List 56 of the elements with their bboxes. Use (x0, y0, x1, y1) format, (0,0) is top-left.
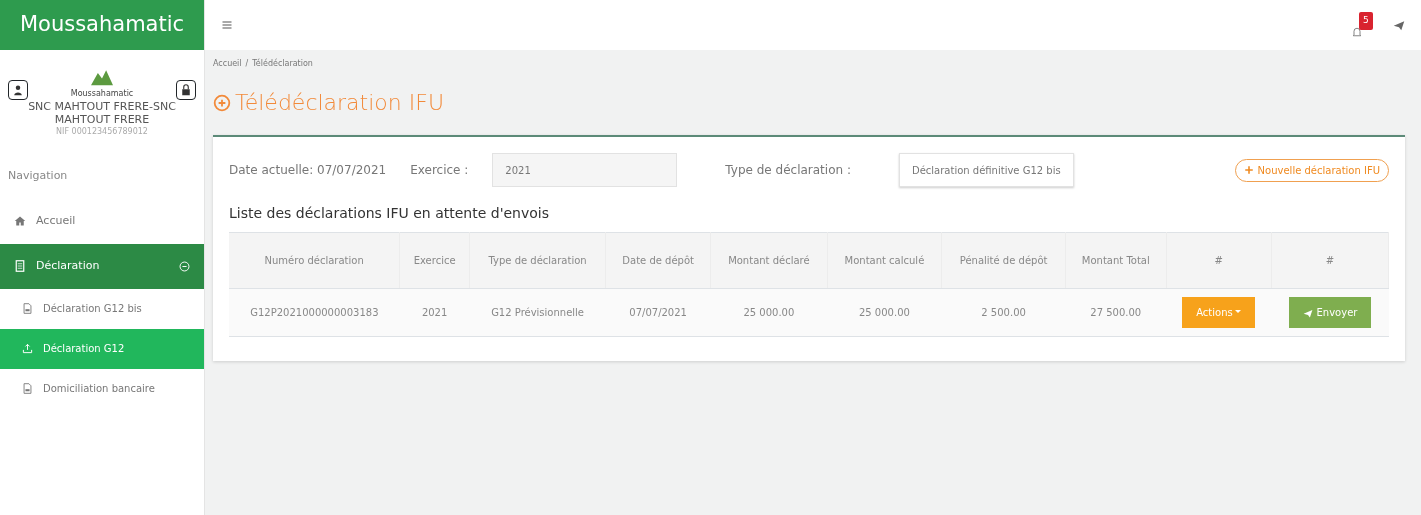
upload-icon (22, 343, 33, 355)
user-icon (12, 84, 24, 96)
send-icon (1393, 19, 1405, 31)
circle-plus-icon (213, 93, 231, 112)
nif-text: NIF 000123456789012 (56, 126, 148, 139)
exercice-label: Exercice : (410, 162, 469, 179)
table-cell: G12 Prévisionnelle (469, 288, 606, 337)
user-button[interactable] (8, 80, 28, 100)
logo-text: Moussahamatic (70, 88, 134, 100)
table-cell: 27 500.00 (1065, 288, 1167, 337)
sidebar-item[interactable]: Déclaration (0, 243, 204, 289)
column-header: Type de déclaration (469, 232, 606, 289)
breadcrumb-current: Télédéclaration (252, 58, 313, 70)
send-button[interactable]: Envoyer (1288, 297, 1372, 328)
list-title: Liste des déclarations IFU en attente d'envois (229, 204, 550, 223)
date-label: Date actuelle: 07/07/2021 (229, 162, 387, 179)
type-label: Type de déclaration : (725, 162, 851, 179)
new-declaration-button[interactable]: Nouvelle déclaration IFU (1234, 158, 1389, 182)
column-header: Montant déclaré (710, 232, 828, 289)
column-header: Numéro déclaration (229, 232, 400, 289)
breadcrumb-separator: / (245, 58, 249, 70)
exercice-field[interactable]: 2021 (492, 153, 678, 187)
column-header: Date de dépôt (605, 232, 711, 289)
column-header: Montant calculé (827, 232, 942, 289)
column-header: Pénalité de dépôt (941, 232, 1066, 289)
column-header: Montant Total (1065, 232, 1167, 289)
table-cell: 2021 (399, 288, 470, 337)
table-cell: 2 500.00 (941, 288, 1066, 337)
lock-icon (180, 84, 192, 96)
file-icon (22, 383, 33, 395)
type-field[interactable]: Déclaration définitive G12 bis (898, 153, 1074, 187)
column-header: # (1271, 232, 1389, 289)
table-cell: G12P2021000000003183 (229, 288, 400, 337)
company-name: SNC MAHTOUT FRERE-SNC MAHTOUT FRERE (27, 100, 177, 127)
table-cell: 25 000.00 (710, 288, 828, 337)
nav-heading: Navigation (7, 168, 69, 185)
file-icon (22, 303, 33, 315)
bell-icon (1351, 26, 1363, 38)
logout-button[interactable] (176, 80, 196, 100)
document-icon (14, 260, 26, 273)
sidebar-item[interactable]: Accueil (0, 198, 204, 244)
notification-badge: 5 (1359, 12, 1373, 30)
breadcrumb-link[interactable]: Accueil (213, 58, 242, 70)
submenu-item[interactable]: Domiciliation bancaire (0, 368, 204, 409)
table-cell: 25 000.00 (827, 288, 942, 337)
submenu-item[interactable]: Déclaration G12 (0, 328, 204, 369)
brand-title[interactable]: Moussahamatic (0, 0, 204, 50)
submenu-item[interactable]: Déclaration G12 bis (0, 288, 204, 329)
plus-icon (1243, 165, 1254, 175)
page-title: Télédéclaration IFU (235, 89, 444, 117)
home-icon (14, 215, 26, 228)
column-header: # (1166, 232, 1272, 289)
send-icon (1302, 307, 1313, 318)
column-header: Exercice (399, 232, 470, 289)
menu-icon (221, 19, 233, 31)
table-cell: 07/07/2021 (605, 288, 711, 337)
